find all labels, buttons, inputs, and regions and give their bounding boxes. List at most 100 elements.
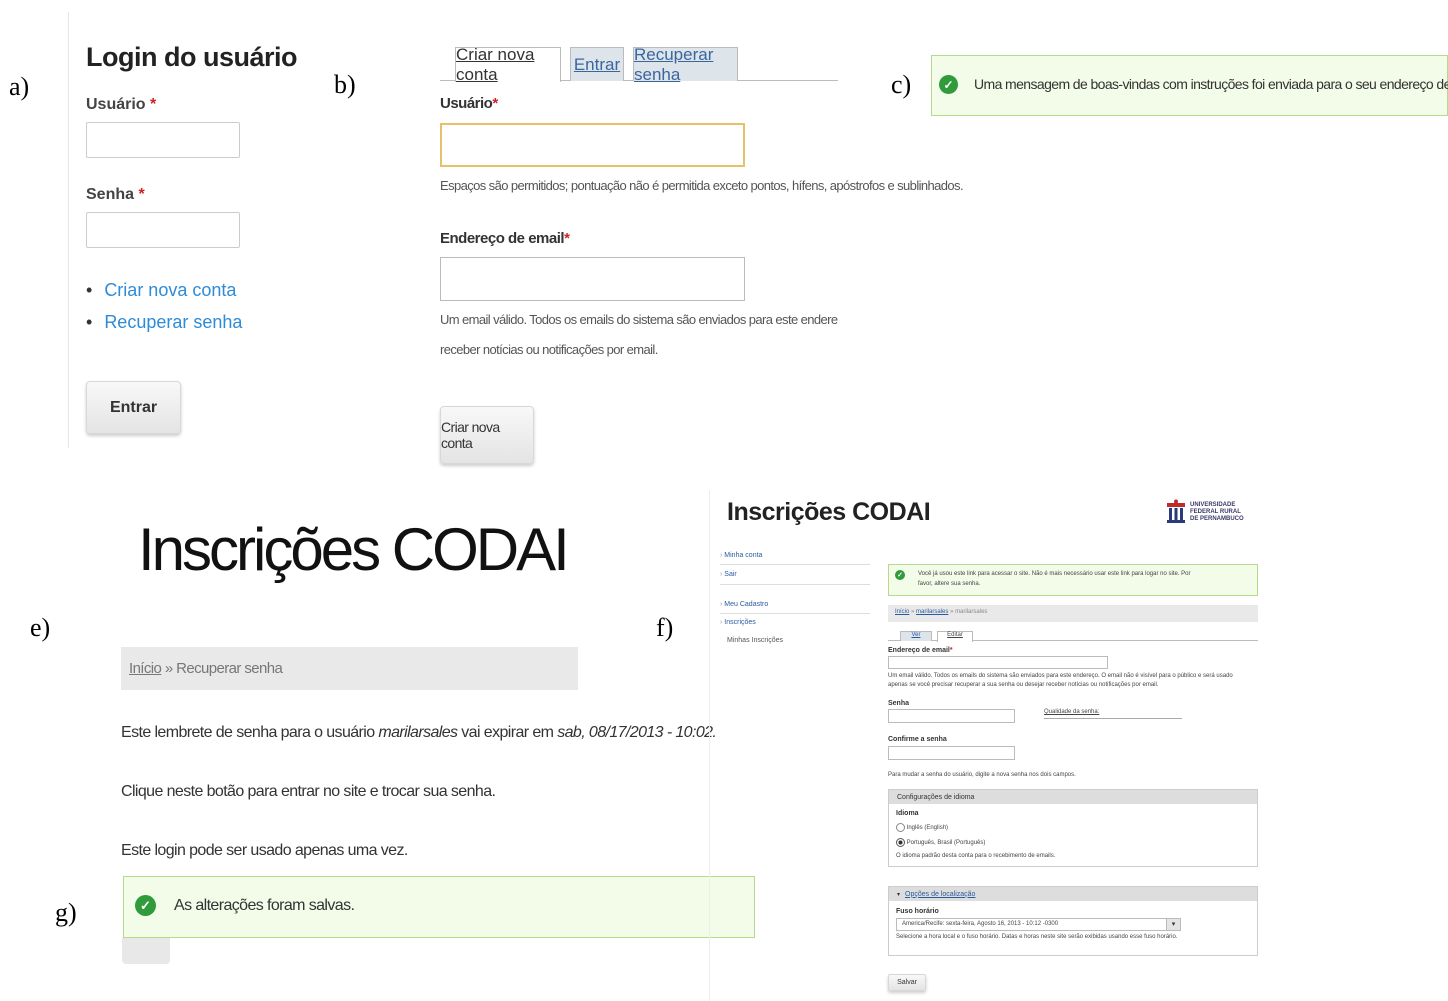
f-email-label: Endereço de email* — [888, 647, 953, 654]
e-line1-pre: Este lembrete de senha para o usuário — [121, 724, 379, 741]
f-localization-legend[interactable]: ▾ Opções de localização — [889, 887, 1257, 901]
tab-view[interactable]: Ver — [900, 631, 932, 641]
tab-recover-password[interactable]: Recuperar senha — [633, 45, 738, 84]
username-label: Usuário * — [86, 96, 156, 114]
tab-login-label: Entrar — [573, 54, 621, 74]
welcome-message-text: Uma mensagem de boas-vindas com instruçõ… — [974, 76, 1448, 92]
b-username-input[interactable] — [440, 123, 745, 167]
f-breadcrumb-home[interactable]: Início — [895, 609, 909, 615]
f-localization-legend-label: Opções de localização — [905, 890, 976, 898]
check-icon: ✓ — [895, 570, 905, 580]
radio-checked-icon — [896, 838, 905, 847]
e-breadcrumb-home[interactable]: Início — [129, 660, 162, 677]
f-status-line-2: favor, altere sua senha. — [918, 581, 981, 587]
check-icon: ✓ — [939, 75, 958, 94]
required-mark: * — [138, 186, 145, 203]
b-username-label-text: Usuário — [440, 95, 493, 112]
create-account-button-label: Criar nova conta — [441, 419, 500, 451]
nav-logout[interactable]: › Sair — [720, 571, 737, 578]
f-breadcrumb-sep: » — [911, 609, 915, 615]
f-breadcrumb-current: marilarsales — [955, 609, 988, 615]
create-account-link[interactable]: Criar nova conta — [86, 280, 242, 301]
nav-my-account[interactable]: › Minha conta — [720, 552, 762, 559]
chevron-right-icon: › — [720, 619, 723, 626]
panel-f-divider — [709, 490, 710, 1001]
f-language-option-1[interactable]: Inglês (English) — [896, 823, 948, 832]
login-button[interactable]: Entrar — [86, 381, 181, 434]
b-email-input[interactable] — [440, 257, 745, 301]
university-logo-text: UNIVERSIDADE FEDERAL RURAL DE PERNAMBUCO — [1190, 502, 1244, 523]
f-breadcrumb-sep: » — [950, 609, 954, 615]
f-password-input[interactable] — [888, 709, 1015, 723]
f-timezone-label: Fuso horário — [896, 908, 939, 915]
f-email-help-1: Um email válido. Todos os emails do sist… — [888, 673, 1233, 679]
f-language-legend: Configurações de idioma — [889, 790, 1257, 804]
tab-edit[interactable]: Editar — [937, 631, 973, 642]
save-button-label: Salvar — [897, 979, 917, 986]
f-email-input[interactable] — [888, 656, 1108, 669]
e-breadcrumb-sep: » — [164, 660, 173, 677]
f-site-title: Inscrições CODAI — [727, 498, 931, 526]
f-status-box — [888, 564, 1258, 596]
nav-my-registration[interactable]: › Meu Cadastro — [720, 601, 768, 608]
nav-divider — [720, 564, 870, 565]
f-language-option-2-label: Português, Brasil (Português) — [906, 840, 986, 847]
f-language-option-1-label: Inglês (English) — [906, 825, 949, 832]
b-email-help-1: Um email válido. Todos os emails do sist… — [440, 312, 838, 327]
panel-a-divider — [68, 12, 69, 448]
nav-divider — [720, 613, 870, 614]
logo-line-1: UNIVERSIDADE — [1190, 502, 1236, 508]
password-label: Senha * — [86, 186, 145, 204]
chevron-right-icon: › — [720, 552, 723, 559]
panel-label-e: e) — [30, 613, 51, 642]
panel-label-a: a) — [9, 72, 30, 101]
f-confirm-input[interactable] — [888, 746, 1015, 760]
tab-create-account[interactable]: Criar nova conta — [455, 45, 561, 84]
chevron-down-icon[interactable]: ▾ — [1166, 919, 1180, 930]
create-account-button[interactable]: Criar nova conta — [440, 406, 534, 464]
e-one-time-line: Este login pode ser usado apenas uma vez… — [121, 842, 408, 859]
b-email-help-2: receber notícias ou notificações por ema… — [440, 342, 658, 357]
panel-label-b: b) — [334, 70, 356, 99]
nav-my-account-label: Minha conta — [724, 552, 763, 559]
nav-divider — [720, 584, 870, 585]
triangle-down-icon: ▾ — [897, 891, 901, 898]
e-expiry-line: Este lembrete de senha para o usuário ma… — [121, 724, 717, 742]
tab-recover-password-label: Recuperar senha — [634, 44, 714, 84]
b-email-label: Endereço de email* — [440, 230, 570, 247]
f-breadcrumb-user[interactable]: marilarsales — [916, 609, 948, 615]
chevron-right-icon: › — [720, 601, 723, 608]
login-button-label: Entrar — [109, 398, 158, 416]
f-language-help: O idioma padrão desta conta para o receb… — [896, 853, 1056, 859]
nav-my-registrations[interactable]: Minhas Inscrições — [727, 637, 783, 644]
f-confirm-label: Confirme a senha — [888, 736, 947, 743]
f-strength-bar — [1044, 718, 1182, 719]
recover-password-link[interactable]: Recuperar senha — [86, 312, 242, 333]
f-password-strength: Qualidade da senha: — [1044, 709, 1100, 715]
tab-login[interactable]: Entrar — [570, 47, 624, 81]
check-icon: ✓ — [135, 895, 156, 916]
login-links: Criar nova conta Recuperar senha — [86, 280, 242, 344]
panel-label-f: f) — [656, 613, 674, 642]
b-username-help: Espaços são permitidos; pontuação não é … — [440, 178, 964, 193]
e-site-title: Inscrições CODAI — [138, 516, 570, 583]
e-username: marilarsales — [378, 724, 458, 741]
e-login-button-partial[interactable] — [122, 938, 170, 964]
f-status-line-1: Você já usou este link para acessar o si… — [918, 571, 1191, 577]
tab-create-account-label: Criar nova conta — [456, 45, 535, 84]
nav-registrations[interactable]: › Inscrições — [720, 619, 756, 626]
f-password-help: Para mudar a senha do usuário, digite a … — [888, 772, 1076, 778]
required-mark: * — [564, 230, 570, 247]
nav-registrations-label: Inscrições — [724, 619, 756, 626]
f-language-option-2[interactable]: Português, Brasil (Português) — [896, 838, 985, 847]
b-username-label: Usuário* — [440, 95, 498, 112]
password-input[interactable] — [86, 212, 240, 248]
nav-my-registration-label: Meu Cadastro — [724, 601, 769, 608]
chevron-right-icon: › — [720, 571, 723, 578]
f-email-help-2: apenas se você precisar recuperar a sua … — [888, 682, 1159, 688]
username-input[interactable] — [86, 122, 240, 158]
e-line1-mid: vai expirar em — [457, 724, 558, 741]
f-language-label: Idioma — [896, 810, 919, 817]
save-button[interactable]: Salvar — [888, 974, 926, 991]
e-breadcrumb-current: Recuperar senha — [176, 660, 283, 677]
